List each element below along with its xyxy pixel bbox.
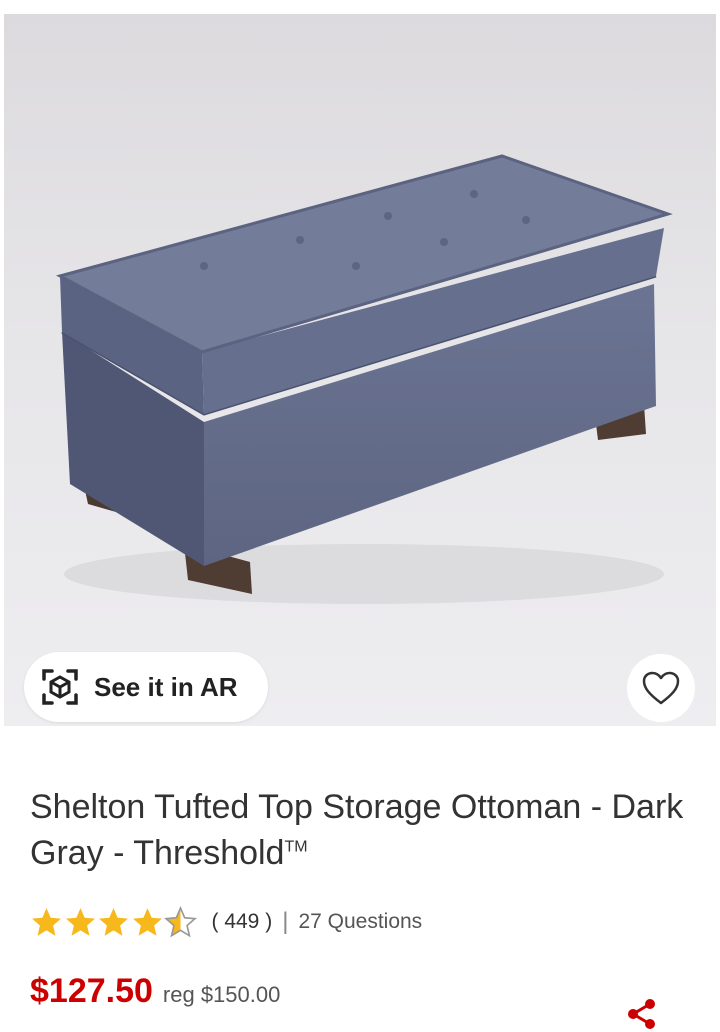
see-in-ar-button[interactable]: See it in AR — [24, 652, 268, 722]
star-half-icon — [164, 905, 197, 937]
see-in-ar-label: See it in AR — [94, 671, 238, 702]
questions-link[interactable]: 27 Questions — [298, 910, 422, 934]
review-count-link[interactable]: ( 449 ) — [212, 910, 273, 934]
star-icon — [99, 907, 128, 936]
current-price: $127.50 — [30, 972, 153, 1010]
trademark-symbol: TM — [284, 838, 308, 856]
star-rating[interactable] — [30, 905, 198, 939]
star-icon — [65, 907, 95, 936]
share-icon[interactable] — [624, 996, 660, 1032]
star-icon — [132, 907, 162, 936]
rating-divider: | — [282, 908, 289, 935]
product-image[interactable]: See it in AR — [4, 14, 716, 726]
rating-row: ( 449 ) | 27 Questions — [30, 902, 422, 942]
heart-outline-icon — [642, 671, 680, 705]
price-row: $127.50 reg $150.00 — [30, 972, 280, 1011]
regular-price: reg $150.00 — [162, 982, 281, 1007]
product-title: Shelton Tufted Top Storage Ottoman - Dar… — [30, 784, 700, 876]
product-title-text: Shelton Tufted Top Storage Ottoman - Dar… — [30, 788, 684, 872]
ottoman-illustration — [55, 154, 673, 604]
star-icon — [32, 907, 61, 936]
ar-cube-icon — [40, 667, 80, 707]
favorite-button[interactable] — [627, 654, 695, 722]
